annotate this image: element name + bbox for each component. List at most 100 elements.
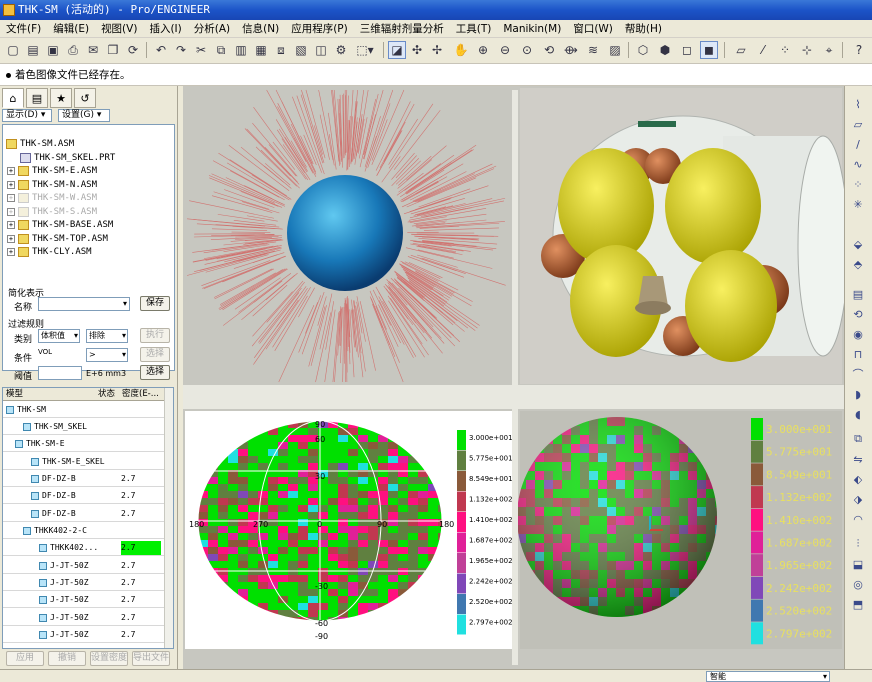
redraw-icon[interactable]: ◪ <box>388 41 406 59</box>
zoom-in-icon[interactable]: ⊕ <box>474 41 492 59</box>
tree-item[interactable]: + THK-SM-E.ASM <box>7 166 97 176</box>
draft-icon[interactable]: ◗ <box>849 386 867 402</box>
expand-icon[interactable]: + <box>7 167 15 175</box>
tab-folder[interactable]: ▤ <box>26 88 48 108</box>
revolve-icon[interactable]: ⟲ <box>849 306 867 322</box>
redo-icon[interactable]: ↷ <box>172 41 190 59</box>
menu-insert[interactable]: 插入(I) <box>143 21 187 36</box>
menu-applications[interactable]: 应用程序(P) <box>285 21 354 36</box>
tree-item[interactable]: + THK-SM-W.ASM <box>7 193 97 203</box>
tree-item[interactable]: THK-SM.ASM <box>6 139 74 149</box>
intersect-icon[interactable]: ⬒ <box>849 596 867 612</box>
table-row[interactable]: J-JT-50Z 2.7 <box>3 626 166 644</box>
copy-icon[interactable]: ❐ <box>104 41 122 59</box>
table-row[interactable]: THK-SM-E_SKEL <box>3 453 166 471</box>
menu-radiation[interactable]: 三维辐射剂量分析 <box>354 21 450 36</box>
export-button[interactable]: 导出文件 <box>132 651 170 666</box>
menu-manikin[interactable]: Manikin(M) <box>497 23 567 35</box>
set-density-button[interactable]: 设置密度 <box>90 651 128 666</box>
datum-plane-icon[interactable]: ▱ <box>732 41 750 59</box>
tab-model-tree[interactable]: ⌂ <box>2 88 24 108</box>
view-manager-icon[interactable]: ▨ <box>606 41 624 59</box>
tree-item[interactable]: + THK-SM-N.ASM <box>7 180 97 190</box>
select-button[interactable]: 选择 <box>140 365 170 380</box>
graphics-window[interactable]: 90 60 30 -30 -60 -90 180 270 0 90 180 3.… <box>183 86 849 669</box>
paste2-icon[interactable]: ▧ <box>292 41 310 59</box>
annotation-icon[interactable]: ⌖ <box>820 41 838 59</box>
sketch-plane-icon[interactable]: ▱ <box>849 116 867 132</box>
menu-tools[interactable]: 工具(T) <box>450 21 498 36</box>
refit-icon[interactable]: ⊙ <box>518 41 536 59</box>
mode-select[interactable]: 排除 ▾ <box>86 329 128 343</box>
point-icon[interactable]: ⁘ <box>849 176 867 192</box>
threshold-input[interactable] <box>38 366 82 380</box>
pan-hand-icon[interactable]: ✋ <box>452 41 470 59</box>
name-select[interactable]: ▾ <box>38 297 130 311</box>
table-row[interactable]: THK-SM_SKEL <box>3 418 166 436</box>
settings-dropdown[interactable]: 设置(G) ▾ <box>58 109 110 122</box>
thicken-icon[interactable]: ⬓ <box>849 556 867 572</box>
hole-icon[interactable]: ◉ <box>849 326 867 342</box>
paste-special-icon[interactable]: ▦ <box>252 41 270 59</box>
regen-icon[interactable]: ⟳ <box>124 41 142 59</box>
table-row[interactable]: DF-DZ-B 2.7 <box>3 505 166 523</box>
datum-point-icon[interactable]: ⁘ <box>776 41 794 59</box>
saved-views-icon[interactable]: ⟴ <box>562 41 580 59</box>
spin-center-icon[interactable]: ✣ <box>408 41 426 59</box>
shell-icon[interactable]: ⊓ <box>849 346 867 362</box>
apply-button[interactable]: 应用 <box>6 651 44 666</box>
extrude-icon[interactable]: ▤ <box>849 286 867 302</box>
table-row[interactable]: DF-DZ-B 2.7 <box>3 487 166 505</box>
orient-icon[interactable]: ✢ <box>428 41 446 59</box>
menu-analysis[interactable]: 分析(A) <box>188 21 236 36</box>
execute-button[interactable]: 执行 <box>140 328 170 343</box>
csys-icon[interactable]: ✳ <box>849 196 867 212</box>
context-help-icon[interactable]: ? <box>850 41 868 59</box>
select-button-disabled[interactable]: 选择 <box>140 347 170 362</box>
rib-icon[interactable]: ⌒ <box>849 366 867 382</box>
pattern-icon[interactable]: ⧉ <box>849 431 867 447</box>
menu-edit[interactable]: 编辑(E) <box>47 21 95 36</box>
tree-item[interactable]: THK-SM_SKEL.PRT <box>20 153 115 163</box>
table-row[interactable]: THKK402-2-C <box>3 522 166 540</box>
copy2-icon[interactable]: ⧉ <box>212 41 230 59</box>
table-row[interactable]: THK-SM <box>3 401 166 419</box>
tree-item[interactable]: + THK-SM-S.ASM <box>7 207 97 217</box>
regenerate-icon[interactable]: ⚙ <box>332 41 350 59</box>
menu-info[interactable]: 信息(N) <box>236 21 285 36</box>
extend-icon[interactable]: ◠ <box>849 511 867 527</box>
tree-item[interactable]: + THK-CLY.ASM <box>7 247 92 257</box>
copy3-icon[interactable]: ⧈ <box>272 41 290 59</box>
expand-icon[interactable]: + <box>7 248 15 256</box>
table-row[interactable]: J-JT-50Z 2.7 <box>3 574 166 592</box>
undo-icon[interactable]: ↶ <box>152 41 170 59</box>
reorient-icon[interactable]: ⟲ <box>540 41 558 59</box>
tree-item[interactable]: + THK-SM-BASE.ASM <box>7 220 113 230</box>
menu-file[interactable]: 文件(F) <box>0 21 47 36</box>
offset-icon[interactable]: ⫶ <box>849 536 867 552</box>
wireframe-icon[interactable]: ⬡ <box>634 41 652 59</box>
table-row[interactable]: J-JT-50Z 2.7 <box>3 557 166 575</box>
hidden-line-icon[interactable]: ⬢ <box>656 41 674 59</box>
zoom-out-icon[interactable]: ⊖ <box>496 41 514 59</box>
menu-view[interactable]: 视图(V) <box>95 21 143 36</box>
print-icon[interactable]: ⎙ <box>64 41 82 59</box>
show-dropdown[interactable]: 显示(D) ▾ <box>2 109 52 122</box>
tree-item[interactable]: + THK-SM-TOP.ASM <box>7 234 108 244</box>
select-filter-icon[interactable]: ⬚▾ <box>352 41 378 59</box>
curve-icon[interactable]: ∿ <box>849 156 867 172</box>
expand-icon[interactable]: + <box>7 208 15 216</box>
replace-icon[interactable]: ◫ <box>312 41 330 59</box>
graphics-canvas[interactable]: 90 60 30 -30 -60 -90 180 270 0 90 180 3.… <box>183 86 849 669</box>
expand-icon[interactable]: + <box>7 221 15 229</box>
merge-icon[interactable]: ⬖ <box>849 471 867 487</box>
table-row[interactable]: J-JT-50Z 2.7 <box>3 591 166 609</box>
no-hidden-icon[interactable]: ◻ <box>678 41 696 59</box>
solidify-icon[interactable]: ◎ <box>849 576 867 592</box>
datum-csys-icon[interactable]: ⊹ <box>798 41 816 59</box>
menu-help[interactable]: 帮助(H) <box>619 21 668 36</box>
layers-icon[interactable]: ≋ <box>584 41 602 59</box>
table-row[interactable]: DF-DZ-B 2.7 <box>3 470 166 488</box>
type-select[interactable]: 体积值 ▾ <box>38 329 80 343</box>
trim-icon[interactable]: ⬗ <box>849 491 867 507</box>
